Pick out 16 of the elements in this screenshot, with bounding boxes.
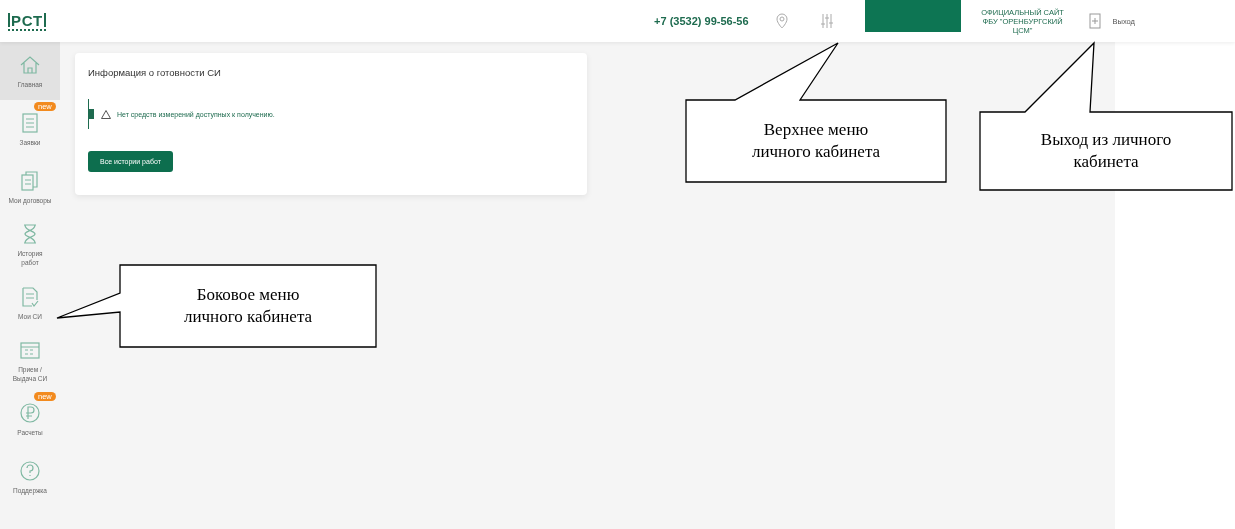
calendar-icon <box>19 339 41 361</box>
card-title: Информация о готовности СИ <box>88 67 222 78</box>
logo[interactable]: РСТ <box>8 11 47 31</box>
documents-icon <box>19 169 41 192</box>
warning-icon <box>101 109 111 119</box>
ruble-icon <box>19 401 41 424</box>
location-pin-icon[interactable] <box>774 13 789 29</box>
document-check-icon <box>19 285 41 308</box>
list-icon <box>19 111 41 134</box>
banner[interactable] <box>864 0 961 32</box>
callout-text: Выход из личного кабинета <box>1039 129 1173 173</box>
phone-number[interactable]: +7 (3532) 99-56-56 <box>654 15 749 27</box>
callout-text: Боковое меню личного кабинета <box>182 284 314 328</box>
callout-text: Верхнее меню личного кабинета <box>750 119 882 163</box>
help-icon <box>19 459 41 482</box>
sliders-icon[interactable] <box>818 13 835 29</box>
